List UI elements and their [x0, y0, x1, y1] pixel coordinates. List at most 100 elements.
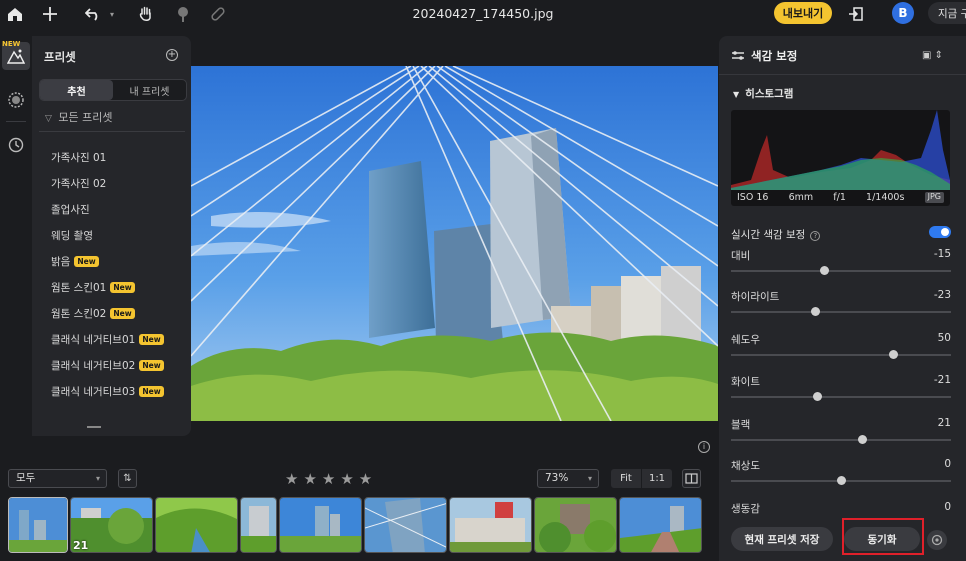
slider-label: 채상도	[731, 460, 760, 472]
top-bar: ▾ 20240427_174450.jpg 내보내기 B 지금 구	[0, 0, 966, 28]
filter-icon: ▽	[45, 114, 52, 124]
new-tag: NEW	[2, 40, 21, 48]
realtime-label: 실시간 색감 보정	[731, 229, 806, 241]
thumbnail[interactable]	[155, 497, 238, 553]
slider-track[interactable]	[731, 396, 951, 398]
thumbnail[interactable]	[449, 497, 532, 553]
preset-label: 가족사진 01	[51, 151, 107, 164]
rating-stars[interactable]: ★★★★★	[285, 470, 377, 488]
history-icon[interactable]	[2, 131, 30, 159]
main-photo[interactable]	[191, 66, 718, 421]
help-icon[interactable]: ?	[810, 231, 821, 241]
settings-icon[interactable]	[927, 530, 947, 550]
thumbnail[interactable]	[619, 497, 702, 553]
resize-handle[interactable]	[87, 426, 101, 428]
compare-icon[interactable]	[682, 469, 701, 488]
slider-track[interactable]	[731, 354, 951, 356]
now-button[interactable]: 지금 구	[928, 2, 966, 24]
preset-label: 웜톤 스킨01	[51, 281, 107, 294]
filter-select[interactable]: 모두 ▾	[8, 469, 107, 488]
slider-vibrance: 생동감 0	[731, 501, 951, 516]
list-item[interactable]: 클래식 네거티브01 New	[51, 326, 186, 352]
zoom-select[interactable]: 73% ▾	[537, 469, 599, 488]
list-item[interactable]: 웨딩 촬영	[51, 222, 186, 248]
preset-panel-title: 프리셋	[44, 50, 76, 64]
panel-title: 색감 보정	[751, 49, 798, 63]
divider	[719, 74, 966, 75]
thumbnail-badge: 21	[73, 539, 89, 552]
list-item[interactable]: 웜톤 스킨02 New	[51, 300, 186, 326]
rail-divider	[6, 121, 26, 122]
slider-label: 화이트	[731, 376, 760, 388]
slider-knob[interactable]	[836, 476, 846, 485]
fit-button[interactable]: Fit	[611, 469, 641, 488]
histogram-header[interactable]: ▼ 히스토그램	[733, 86, 793, 101]
left-rail: NEW	[0, 36, 32, 436]
histogram: ISO 16 6mm f/1 1/1400s JPG	[731, 110, 950, 206]
preset-list: 가족사진 01 가족사진 02 졸업사진 웨딩 촬영 밝음 New 웜톤 스킨01…	[51, 144, 186, 404]
preset-filter-label: 모든 프리셋	[58, 111, 113, 124]
slider-knob[interactable]	[813, 392, 823, 401]
panel-layout-icon[interactable]: ▣ ⇕	[922, 50, 943, 61]
thumbnail[interactable]	[364, 497, 447, 553]
export-button[interactable]: 내보내기	[774, 2, 832, 24]
slider-value: 0	[944, 458, 951, 470]
slider-knob[interactable]	[811, 307, 821, 316]
list-item[interactable]: 가족사진 01	[51, 144, 186, 170]
add-preset-icon[interactable]: +	[166, 49, 178, 61]
list-item[interactable]: 클래식 네거티브02 New	[51, 352, 186, 378]
list-item[interactable]: 밝음 New	[51, 248, 186, 274]
divider	[39, 131, 185, 132]
slider-track[interactable]	[731, 270, 951, 272]
thumbnail[interactable]	[8, 497, 68, 553]
slider-track[interactable]	[731, 311, 951, 313]
slider-value: 50	[937, 332, 951, 344]
tab-my-presets[interactable]: 내 프리셋	[113, 80, 186, 100]
preset-tabs: 추천 내 프리셋	[39, 79, 187, 101]
new-badge: New	[139, 385, 164, 397]
color-correction-panel: 색감 보정 ▣ ⇕ ▼ 히스토그램 ISO 16 6mm f/1 1/1400s …	[719, 36, 966, 561]
slider-value: -15	[933, 248, 951, 260]
exif-focal: 6mm	[788, 192, 814, 203]
slider-label: 하이라이트	[731, 291, 780, 303]
slider-value: 0	[944, 501, 951, 513]
info-icon[interactable]: i	[698, 441, 710, 453]
one-to-one-button[interactable]: 1:1	[641, 469, 672, 488]
exif-iso: ISO 16	[737, 192, 769, 203]
list-item[interactable]: 가족사진 02	[51, 170, 186, 196]
slider-knob[interactable]	[857, 435, 867, 444]
slider-contrast: 대비 -15	[731, 248, 951, 288]
save-preset-button[interactable]: 현재 프리셋 저장	[731, 527, 833, 551]
tab-recommended[interactable]: 추천	[40, 80, 113, 100]
thumbnail[interactable]	[534, 497, 617, 553]
new-badge: New	[139, 333, 164, 345]
slider-track[interactable]	[731, 439, 951, 441]
format-badge: JPG	[924, 192, 944, 203]
list-item[interactable]: 웜톤 스킨01 New	[51, 274, 186, 300]
filter-select-value: 모두	[16, 472, 36, 484]
list-item[interactable]: 클래식 네거티브03 New	[51, 378, 186, 404]
preset-label: 웨딩 촬영	[51, 229, 93, 242]
sign-in-icon[interactable]	[845, 3, 867, 25]
list-item[interactable]: 졸업사진	[51, 196, 186, 222]
preset-filter[interactable]: ▽ 모든 프리셋	[45, 109, 113, 125]
slider-shadows: 쉐도우 50	[731, 332, 951, 372]
slider-value: -21	[933, 374, 951, 386]
thumbnail[interactable]	[240, 497, 277, 553]
avatar[interactable]: B	[892, 2, 914, 24]
zoom-value: 73%	[545, 472, 569, 484]
slider-knob[interactable]	[819, 266, 829, 275]
slider-highlights: 하이라이트 -23	[731, 289, 951, 329]
slider-saturation: 채상도 0	[731, 458, 951, 498]
thumbnail[interactable]: 21	[70, 497, 153, 553]
realtime-toggle[interactable]	[929, 226, 951, 238]
thumbnail[interactable]	[279, 497, 362, 553]
sort-icon[interactable]: ⇅	[118, 469, 137, 488]
slider-knob[interactable]	[889, 350, 899, 359]
preset-label: 클래식 네거티브02	[51, 359, 136, 372]
slider-value: 21	[937, 417, 951, 429]
adjust-tool-icon[interactable]	[2, 86, 30, 114]
slider-label: 쉐도우	[731, 334, 760, 346]
preset-label: 밝음	[51, 255, 71, 268]
chevron-down-icon: ▾	[587, 474, 592, 483]
